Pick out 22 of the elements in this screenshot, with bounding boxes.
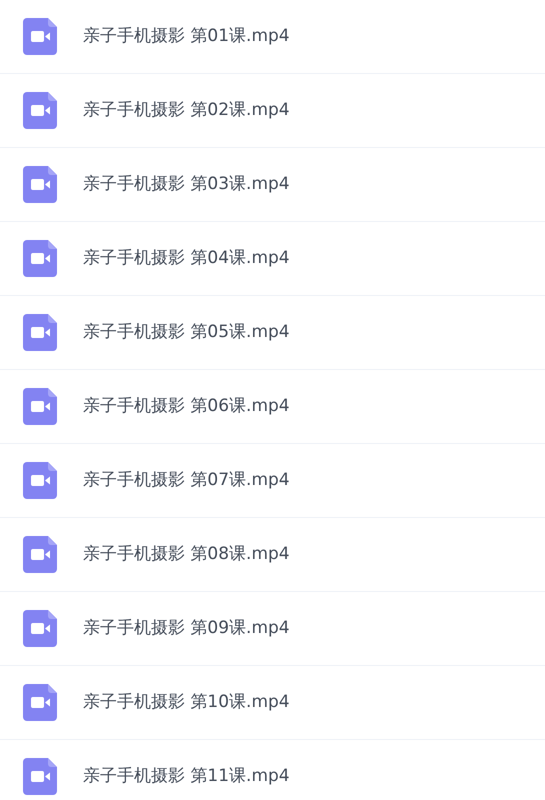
video-file-icon [23,388,57,425]
video-file-icon [23,684,57,721]
file-name[interactable]: 亲子手机摄影 第09课.mp4 [83,616,290,642]
file-name[interactable]: 亲子手机摄影 第07课.mp4 [83,468,290,494]
video-file-icon [23,166,57,203]
video-file-icon [23,758,57,795]
file-name[interactable]: 亲子手机摄影 第10课.mp4 [83,690,290,716]
video-file-icon [23,240,57,277]
file-name[interactable]: 亲子手机摄影 第05课.mp4 [83,320,290,346]
file-name[interactable]: 亲子手机摄影 第03课.mp4 [83,172,290,198]
file-name[interactable]: 亲子手机摄影 第06课.mp4 [83,394,290,420]
file-name[interactable]: 亲子手机摄影 第11课.mp4 [83,764,290,790]
file-name[interactable]: 亲子手机摄影 第01课.mp4 [83,24,290,50]
video-file-icon [23,92,57,129]
video-file-icon [23,18,57,55]
file-name[interactable]: 亲子手机摄影 第08课.mp4 [83,542,290,568]
video-file-icon [23,462,57,499]
file-name[interactable]: 亲子手机摄影 第04课.mp4 [83,246,290,272]
video-file-icon [23,314,57,351]
file-name[interactable]: 亲子手机摄影 第02课.mp4 [83,98,290,124]
video-file-icon [23,536,57,573]
video-file-icon [23,610,57,647]
